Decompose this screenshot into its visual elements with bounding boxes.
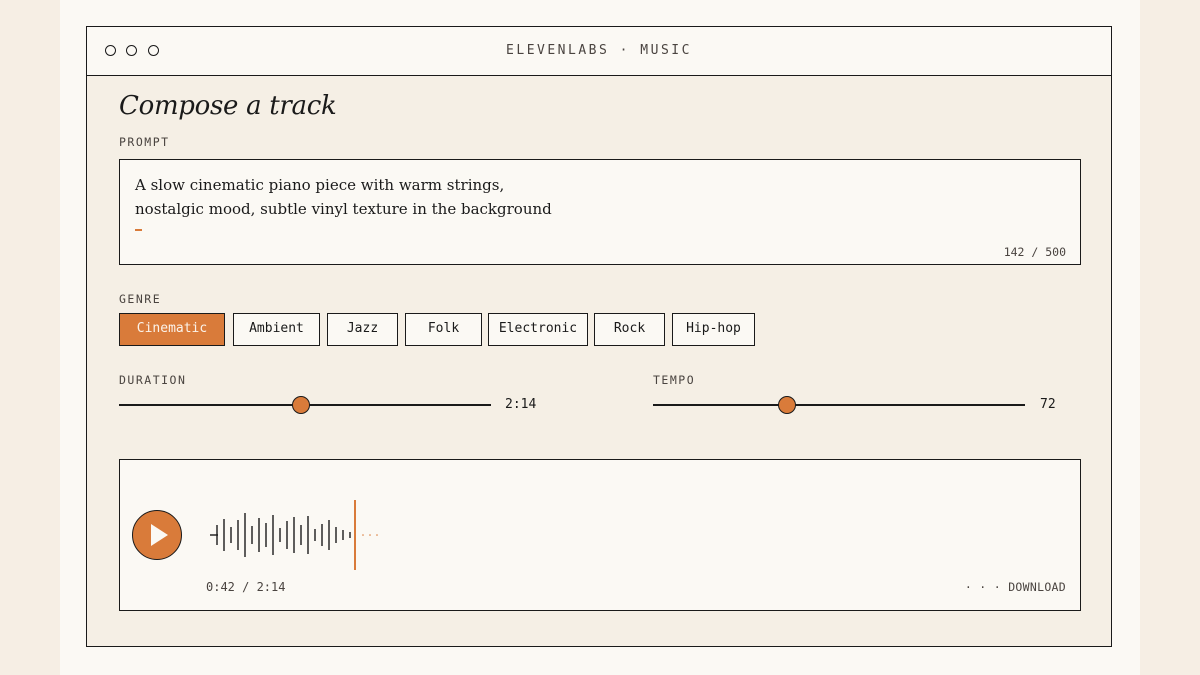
playback-time: 0:42 / 2:14 bbox=[206, 580, 286, 594]
tempo-slider-track[interactable] bbox=[653, 404, 1025, 406]
genre-label: GENRE bbox=[119, 292, 162, 306]
page-title: Compose a track bbox=[119, 91, 337, 121]
duration-value: 2:14 bbox=[505, 397, 537, 412]
waveform[interactable] bbox=[206, 498, 426, 572]
genre-chip-hip-hop[interactable]: Hip-hop bbox=[672, 313, 755, 346]
duration-label: DURATION bbox=[119, 373, 187, 387]
download-button[interactable]: · · · DOWNLOAD bbox=[965, 580, 1066, 594]
genre-chip-electronic[interactable]: Electronic bbox=[488, 313, 588, 346]
prompt-text[interactable]: A slow cinematic piano piece with warm s… bbox=[135, 173, 1035, 221]
tempo-value: 72 bbox=[1040, 397, 1056, 412]
waveform-remaining-dot bbox=[376, 534, 378, 536]
play-button[interactable] bbox=[132, 510, 182, 560]
text-caret bbox=[135, 229, 142, 231]
waveform-remaining-dot bbox=[369, 534, 371, 536]
waveform-remaining-dot bbox=[362, 534, 364, 536]
prompt-textarea[interactable]: A slow cinematic piano piece with warm s… bbox=[119, 159, 1081, 265]
tempo-slider-handle[interactable] bbox=[777, 396, 796, 414]
genre-chip-rock[interactable]: Rock bbox=[594, 313, 665, 346]
genre-chip-jazz[interactable]: Jazz bbox=[327, 313, 398, 346]
window-title: ELEVENLABS · MUSIC bbox=[506, 43, 692, 58]
duration-slider-handle[interactable] bbox=[292, 396, 311, 414]
genre-chip-folk[interactable]: Folk bbox=[405, 313, 482, 346]
genre-chip-ambient[interactable]: Ambient bbox=[233, 313, 320, 346]
tempo-label: TEMPO bbox=[653, 373, 696, 387]
prompt-label: PROMPT bbox=[119, 135, 170, 149]
play-icon bbox=[151, 524, 168, 546]
app-window: ELEVENLABS · MUSIC Compose a track PROMP… bbox=[86, 26, 1112, 647]
genre-chip-cinematic[interactable]: Cinematic bbox=[119, 313, 225, 346]
audio-player: 0:42 / 2:14 · · · DOWNLOAD bbox=[119, 459, 1081, 611]
character-counter: 142 / 500 bbox=[1003, 245, 1066, 259]
title-bar: ELEVENLABS · MUSIC bbox=[87, 27, 1111, 76]
